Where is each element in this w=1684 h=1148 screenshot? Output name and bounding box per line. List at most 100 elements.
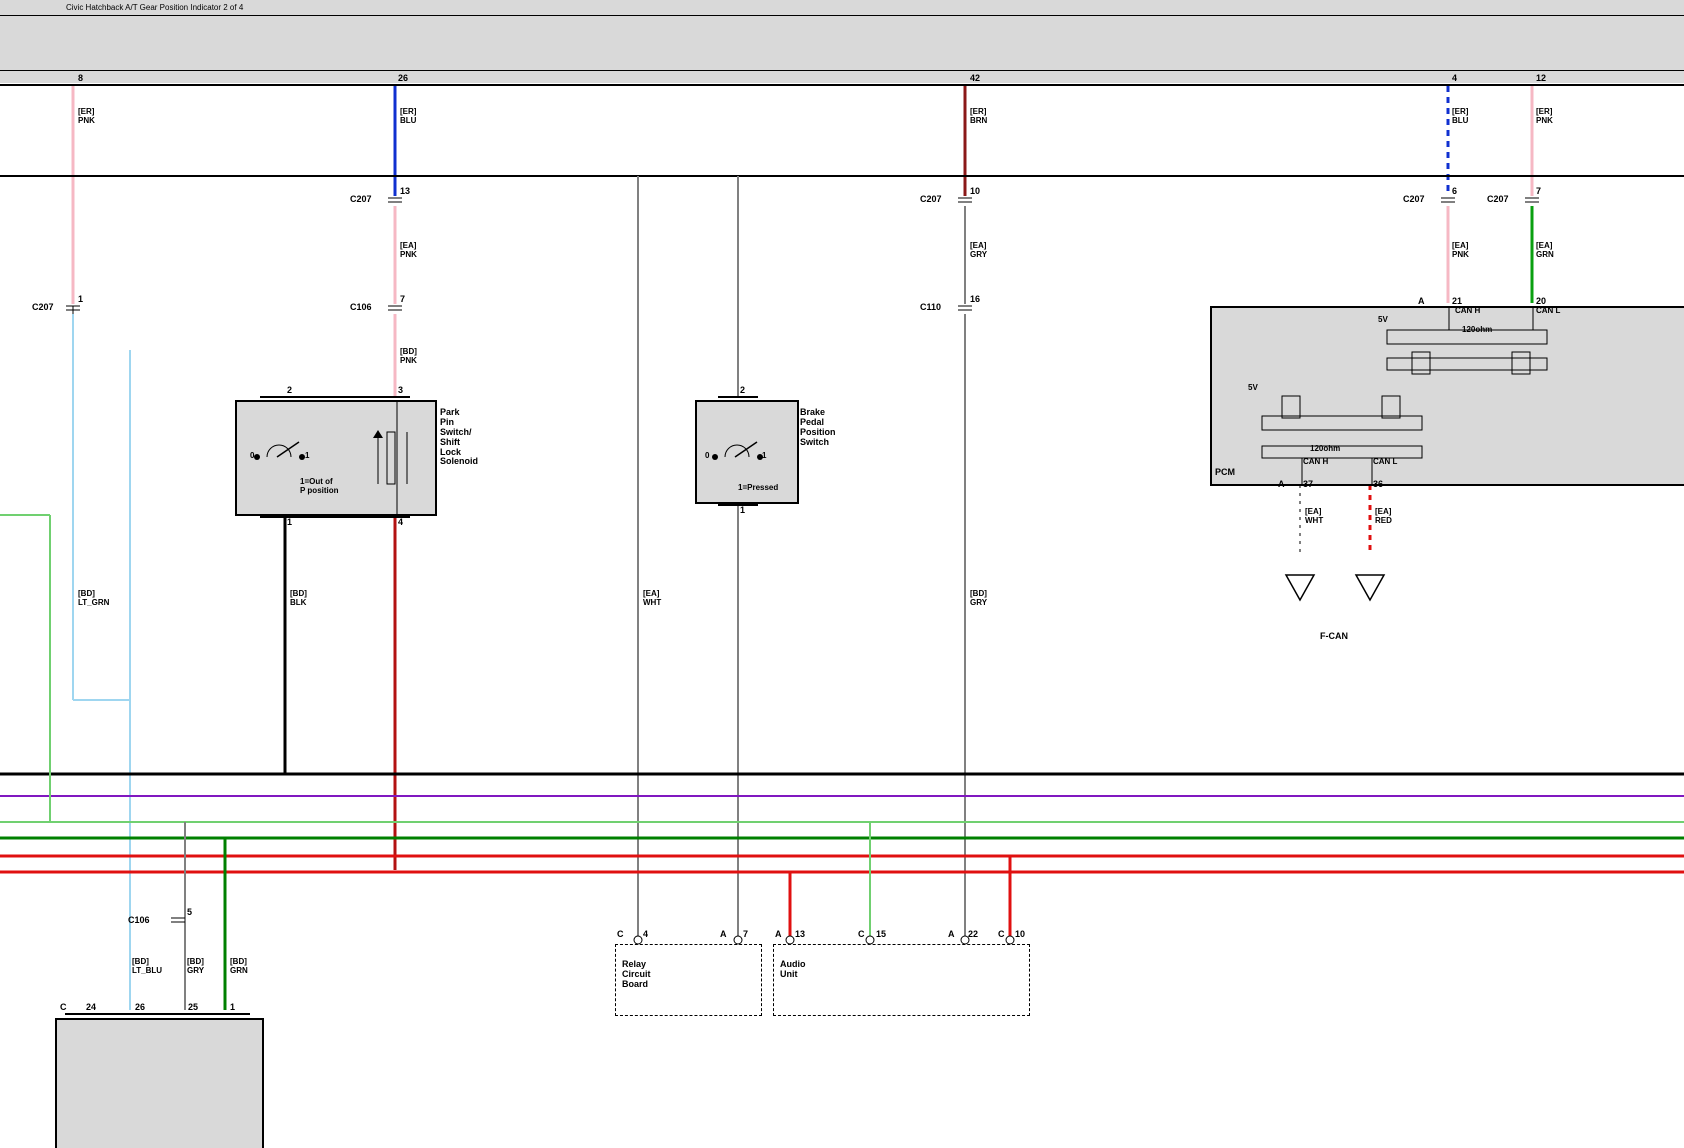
pin: 4 (643, 930, 648, 940)
wire-col: WHT (643, 599, 661, 608)
wire-col: GRY (970, 599, 987, 608)
wire-col: BLU (1452, 117, 1468, 126)
wire-col: GRN (1536, 251, 1554, 260)
pin: 21 (1452, 297, 1462, 307)
pin: 22 (968, 930, 978, 940)
audio-unit-block (773, 944, 1030, 1016)
wire-col: PNK (400, 357, 417, 366)
park-pin-switch-block (235, 400, 437, 516)
conn-pin: 5 (187, 908, 192, 918)
pin-letter: C (617, 930, 624, 940)
wire-col: BLK (290, 599, 306, 608)
pin-letter: C (858, 930, 865, 940)
canh: CAN H (1455, 307, 1480, 316)
conn-pin: 16 (970, 295, 980, 305)
pin-letter: A (1418, 297, 1425, 307)
conn: C106 (128, 916, 150, 926)
wire-col: PNK (400, 251, 417, 260)
pin: 1 (230, 1003, 235, 1013)
conn: C207 (1487, 195, 1509, 205)
sw-off: 0 (250, 452, 254, 461)
conn: C106 (350, 303, 372, 313)
wire-col: GRY (187, 967, 204, 976)
conn: C207 (350, 195, 372, 205)
pin: 12 (1536, 74, 1546, 84)
wire-col: LT_BLU (132, 967, 162, 976)
note: 1=Pressed (738, 484, 778, 493)
conn: C110 (920, 303, 941, 313)
pin: 25 (188, 1003, 198, 1013)
sw-on: 1 (762, 452, 766, 461)
hline (260, 396, 410, 398)
conn: C207 (32, 303, 54, 313)
canl: CAN L (1373, 458, 1397, 467)
wire-col: LT_GRN (78, 599, 109, 608)
block-title: Relay Circuit Board (622, 960, 651, 990)
pin-letter: C (60, 1003, 67, 1013)
pin: 2 (287, 386, 292, 396)
pin: 26 (398, 74, 408, 84)
pin: 3 (398, 386, 403, 396)
block-title: Park Pin Switch/ Shift Lock Solenoid (440, 408, 478, 467)
sw-on: 1 (305, 452, 309, 461)
wire-col: WHT (1305, 517, 1323, 526)
pin: 42 (970, 74, 980, 84)
pcm-block (1210, 306, 1684, 486)
pin: 20 (1536, 297, 1546, 307)
v5: 5V (1248, 384, 1258, 393)
pin: 37 (1303, 480, 1313, 490)
wire-col: PNK (78, 117, 95, 126)
fcan-label: F-CAN (1320, 632, 1348, 642)
conn-pin: 6 (1452, 187, 1457, 197)
note: 1=Out of P position (300, 478, 339, 496)
conn: C207 (920, 195, 942, 205)
sw-off: 0 (705, 452, 709, 461)
pin: 10 (1015, 930, 1025, 940)
wire-col: PNK (1452, 251, 1469, 260)
resistor: 120ohm (1310, 445, 1340, 454)
pin: 4 (1452, 74, 1457, 84)
wire-col: BRN (970, 117, 987, 126)
wire-col: RED (1375, 517, 1392, 526)
block-title: Brake Pedal Position Switch (800, 408, 836, 448)
pin-letter: C (998, 930, 1005, 940)
wire-col: PNK (1536, 117, 1553, 126)
block-title: Audio Unit (780, 960, 806, 980)
pin: 1 (287, 518, 292, 528)
conn-pin: 13 (400, 187, 410, 197)
resistor: 120ohm (1462, 326, 1492, 335)
bottom-connector-block (55, 1018, 264, 1148)
conn-pin: 7 (1536, 187, 1541, 197)
pin: 4 (398, 518, 403, 528)
pin: 7 (743, 930, 748, 940)
pin: 13 (795, 930, 805, 940)
canl: CAN L (1536, 307, 1560, 316)
hline (260, 516, 410, 518)
pin-letter: A (775, 930, 782, 940)
conn-pin: 10 (970, 187, 980, 197)
pin-letter: A (720, 930, 727, 940)
pin: 24 (86, 1003, 96, 1013)
pcm-internals (1212, 308, 1684, 484)
v5: 5V (1378, 316, 1388, 325)
wiring-diagram-page: Civic Hatchback A/T Gear Position Indica… (0, 0, 1684, 1148)
hline (65, 1013, 250, 1015)
wire-col: GRY (970, 251, 987, 260)
park-switch-symbol (237, 402, 435, 514)
wire-col: BLU (400, 117, 416, 126)
pin: 8 (78, 74, 83, 84)
pcm-title: PCM (1215, 468, 1235, 478)
canh: CAN H (1303, 458, 1328, 467)
conn: C207 (1403, 195, 1425, 205)
pin: 36 (1373, 480, 1383, 490)
pin-letter: A (948, 930, 955, 940)
wire-col: GRN (230, 967, 248, 976)
pin: 1 (740, 506, 745, 516)
conn-pin: 1 (78, 295, 83, 305)
pin: 15 (876, 930, 886, 940)
hline (718, 396, 758, 398)
pin-letter: A (1278, 480, 1285, 490)
pin: 2 (740, 386, 745, 396)
hline (718, 504, 758, 506)
conn-pin: 7 (400, 295, 405, 305)
